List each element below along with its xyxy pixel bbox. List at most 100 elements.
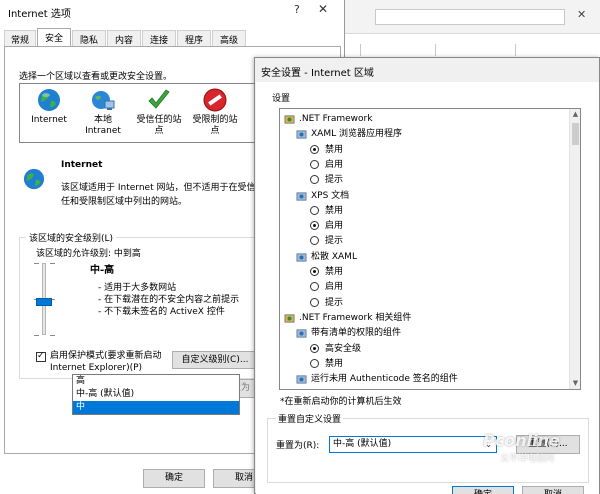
- zone-label: 受限制的站 点: [192, 115, 238, 136]
- ok-button[interactable]: 确定: [452, 486, 514, 494]
- radio-unselected[interactable]: [310, 175, 319, 185]
- radio-unselected[interactable]: [310, 282, 319, 292]
- reset-group-legend: 重置自定义设置: [276, 412, 344, 425]
- reset-level-dropdown-list[interactable]: 高 中-高 (默认值) 中: [72, 374, 240, 415]
- settings-row-label: .NET Framework: [299, 114, 373, 124]
- scroll-up-icon[interactable]: ▲: [570, 109, 580, 120]
- dropdown-option-medium-high[interactable]: 中-高 (默认值): [73, 388, 239, 401]
- protected-mode-label: 启用保护模式(要求重新启动 Internet Explorer)(P): [50, 351, 162, 373]
- custom-level-button[interactable]: 自定义级别(C)...: [172, 351, 258, 369]
- checkbox-checked[interactable]: [36, 350, 46, 362]
- zone-internet[interactable]: Internet: [22, 88, 76, 126]
- settings-row-label: 禁用: [325, 267, 344, 277]
- settings-row-label: 提示: [325, 297, 344, 308]
- settings-row-label: 运行未用 Authenticode 签名的组件: [311, 374, 458, 385]
- settings-gear-icon: [296, 375, 307, 384]
- protected-mode-checkbox[interactable]: 启用保护模式(要求重新启动 Internet Explorer)(P): [36, 350, 192, 374]
- settings-row-label: XAML 浏览器应用程序: [311, 129, 402, 140]
- globe-icon: [23, 168, 45, 190]
- browser-address-bar[interactable]: [375, 9, 565, 25]
- security-level-legend: 该区域的安全级别(L): [26, 231, 117, 244]
- settings-row-label: 启用: [325, 282, 344, 293]
- no-entry-icon: [203, 88, 227, 112]
- column-divider: [515, 44, 516, 56]
- settings-folder-icon: [284, 314, 295, 323]
- scroll-down-icon[interactable]: ▼: [570, 378, 580, 389]
- radio-selected[interactable]: [310, 267, 319, 276]
- internet-options-titlebar: Internet 选项 ? ✕: [0, 0, 345, 24]
- help-icon[interactable]: ?: [294, 3, 300, 16]
- ok-button[interactable]: 确定: [143, 469, 205, 488]
- network-globe-icon: [92, 91, 115, 110]
- tab-advanced[interactable]: 高级: [212, 30, 246, 46]
- zone-local-intranet[interactable]: 本地 Intranet: [76, 88, 130, 137]
- tab-general[interactable]: 常规: [4, 30, 36, 46]
- zone-instruction: 选择一个区域以查看或更改安全设置。: [19, 72, 173, 82]
- level-bullet: - 不下载未签名的 ActiveX 控件: [98, 307, 225, 317]
- level-bullet: - 在下载潜在的不安全内容之前提示: [98, 295, 240, 305]
- zone-trusted-sites[interactable]: 受信任的站 点: [132, 88, 186, 137]
- zone-description: 该区域适用于 Internet 网站，但不适用于在受信任和受限制区域中列出的网站…: [61, 183, 256, 207]
- tab-programs[interactable]: 程序: [177, 30, 211, 46]
- radio-unselected[interactable]: [310, 297, 319, 307]
- settings-gear-icon: [296, 253, 307, 262]
- settings-row-label: 禁用: [325, 358, 344, 369]
- settings-row-label: 启用: [325, 159, 344, 170]
- radio-selected[interactable]: [310, 144, 319, 154]
- settings-row-label: 启用: [325, 221, 344, 232]
- zone-label: Internet: [31, 115, 67, 125]
- slider-thumb[interactable]: [36, 298, 52, 306]
- zone-name: Internet: [61, 160, 103, 170]
- browser-close-tab-icon[interactable]: ✕: [577, 8, 586, 21]
- tab-privacy[interactable]: 隐私: [72, 30, 106, 46]
- radio-selected[interactable]: [310, 343, 319, 353]
- settings-row-label: 高安全级: [325, 343, 362, 354]
- settings-row-label: 禁用: [325, 144, 344, 155]
- cancel-button[interactable]: 取消: [522, 486, 584, 494]
- column-divider: [360, 44, 361, 56]
- settings-row-label: 提示: [325, 236, 344, 247]
- zone-label: 受信任的站 点: [136, 115, 182, 136]
- tab-security[interactable]: 安全: [37, 28, 71, 47]
- scrollbar-thumb[interactable]: [572, 123, 579, 145]
- allowed-levels-text: 该区域的允许级别: 中到高: [36, 249, 141, 259]
- dialog-title: Internet 选项: [8, 9, 71, 20]
- settings-row-label: 带有清单的权限的组件: [311, 328, 402, 339]
- settings-row-label: 禁用: [325, 205, 344, 216]
- reset-to-label: 重置为(R):: [276, 441, 320, 451]
- settings-row-label: 松散 XAML: [311, 251, 357, 262]
- zone-restricted-sites[interactable]: 受限制的站 点: [188, 88, 242, 137]
- tab-content[interactable]: 内容: [107, 30, 141, 46]
- globe-icon: [38, 89, 60, 111]
- radio-unselected[interactable]: [310, 159, 319, 169]
- watermark-subtext: 太平洋电脑网: [500, 454, 555, 464]
- dropdown-option-medium[interactable]: 中: [73, 401, 239, 414]
- settings-tree[interactable]: .NET Framework XAML 浏览器应用程序 禁用 启用 提示 XPS 文档 禁用…: [279, 108, 581, 390]
- column-divider: [435, 44, 436, 56]
- radio-unselected[interactable]: [310, 205, 319, 215]
- restart-note: *在重新启动你的计算机后生效: [280, 397, 402, 407]
- zone-label: 本地 Intranet: [85, 115, 121, 136]
- settings-row-label: 提示: [325, 175, 344, 186]
- settings-folder-icon: [284, 115, 295, 124]
- radio-selected[interactable]: [310, 221, 319, 231]
- close-icon[interactable]: ✕: [318, 2, 328, 16]
- settings-row-label: XPS 文档: [311, 190, 350, 201]
- security-settings-dialog: 安全设置 - Internet 区域 设置 .NET Framework XAML…: [254, 57, 600, 494]
- settings-gear-icon: [296, 191, 307, 201]
- settings-scrollbar[interactable]: ▲ ▼: [569, 109, 580, 389]
- radio-unselected[interactable]: [310, 236, 319, 246]
- settings-row-label: .NET Framework 相关组件: [299, 312, 412, 323]
- dialog-title: 安全设置 - Internet 区域: [261, 68, 374, 79]
- settings-label: 设置: [272, 94, 291, 104]
- watermark-logo: Pconline: [483, 431, 560, 450]
- reset-select-value: 中-高 (默认值): [333, 439, 392, 449]
- browser-toolbar: ✕: [345, 0, 600, 34]
- reset-level-select[interactable]: 中-高 (默认值) ⌄: [329, 436, 497, 453]
- radio-unselected[interactable]: [310, 358, 319, 368]
- dropdown-option-high[interactable]: 高: [73, 375, 239, 388]
- level-bullet: - 适用于大多数网站: [98, 283, 177, 293]
- zone-list[interactable]: Internet 本地 Intranet 受信任的站 点 受限制的站 点: [19, 83, 281, 143]
- tab-connections[interactable]: 连接: [142, 30, 176, 46]
- green-check-icon: [148, 89, 170, 109]
